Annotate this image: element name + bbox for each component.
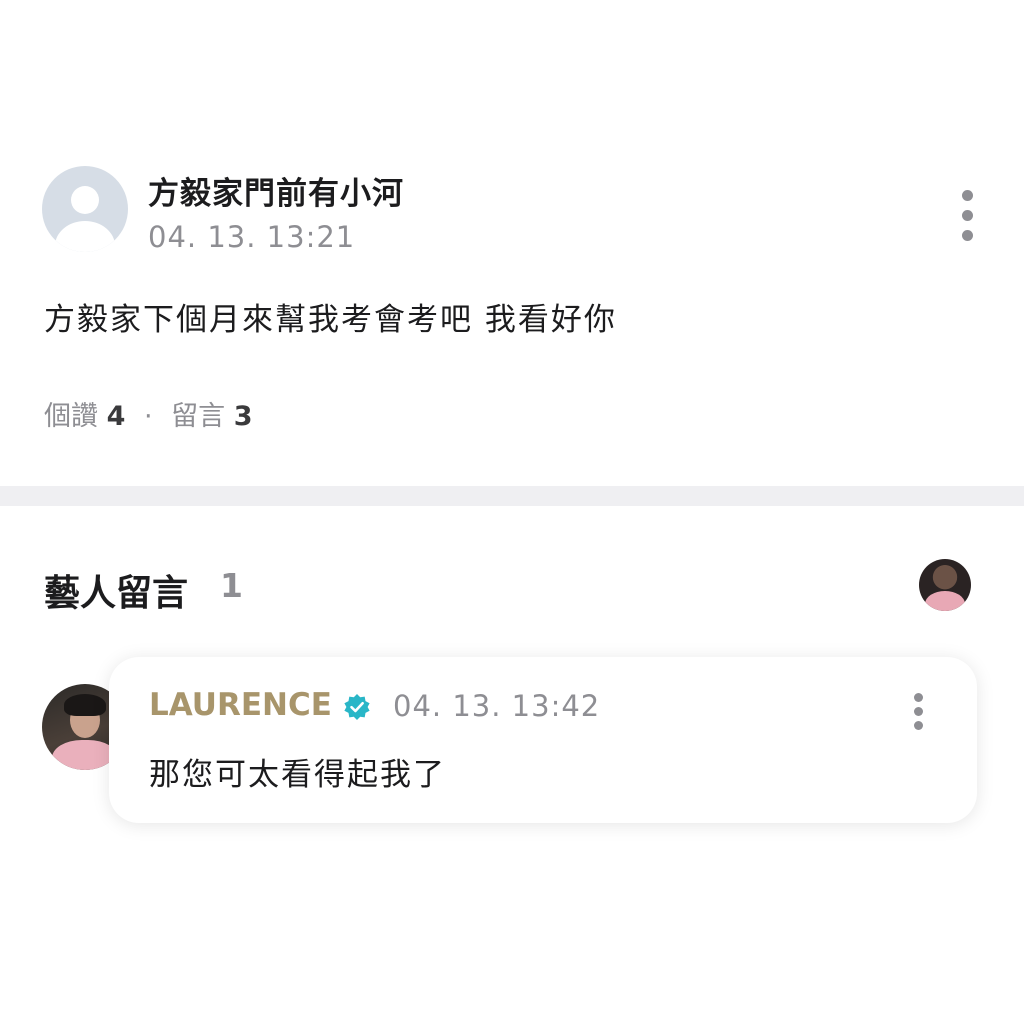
dot (914, 693, 923, 702)
artist-avatar-small[interactable] (919, 559, 971, 611)
post-author-name[interactable]: 方毅家門前有小河 (148, 176, 404, 208)
dot (962, 210, 973, 221)
post-author-wrapper[interactable]: 方毅家門前有小河 (148, 176, 468, 208)
post-stats: 個讚 4 · 留言 3 (44, 394, 253, 433)
artist-comment-card[interactable]: LAURENCE 04. 13. 13:42 那您可太看得起我了 (109, 657, 977, 823)
avatar-hair (64, 694, 106, 716)
avatar-shirt (925, 591, 965, 611)
more-vertical-icon[interactable] (952, 186, 982, 246)
artist-comments-count: 1 (220, 566, 243, 605)
stats-separator: · (143, 401, 153, 432)
verified-badge-icon (344, 694, 370, 720)
dot (914, 721, 923, 730)
post-timestamp: 04. 13. 13:21 (148, 220, 356, 254)
more-vertical-icon[interactable] (909, 691, 929, 731)
artist-comments-title: 藝人留言 (44, 573, 189, 614)
dot (962, 230, 973, 241)
avatar-head (71, 186, 99, 214)
comment-text: 那您可太看得起我了 (149, 757, 446, 793)
comments-label[interactable]: 留言 (171, 401, 225, 432)
likes-label[interactable]: 個讚 (44, 401, 98, 432)
section-divider (0, 486, 1024, 506)
comments-count[interactable]: 3 (234, 401, 253, 432)
comment-timestamp: 04. 13. 13:42 (393, 689, 601, 723)
post-body-text: 方毅家下個月來幫我考會考吧 我看好你 (44, 302, 617, 338)
default-avatar-icon[interactable] (42, 166, 128, 252)
post-card: 方毅家門前有小河 04. 13. 13:21 方毅家下個月來幫我考會考吧 我看好… (0, 0, 1024, 486)
dot (914, 707, 923, 716)
comment-author-name[interactable]: LAURENCE (149, 687, 332, 723)
likes-count[interactable]: 4 (107, 401, 126, 432)
avatar-shoulders (55, 221, 115, 252)
dot (962, 190, 973, 201)
